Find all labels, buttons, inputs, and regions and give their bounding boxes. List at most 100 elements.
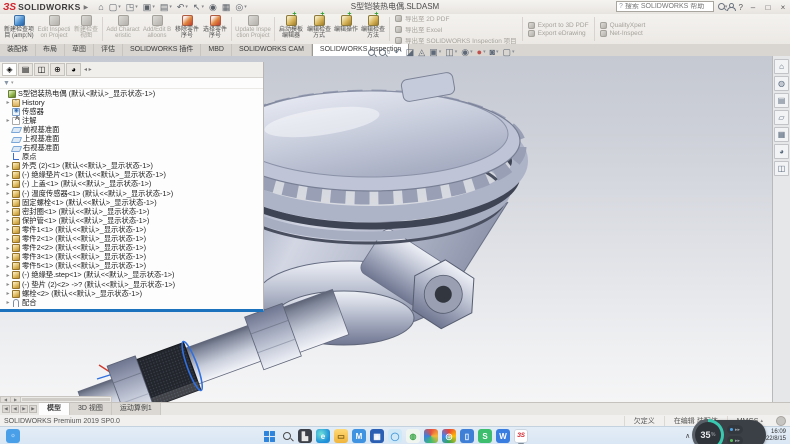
rebuild-traffic-light-icon[interactable]: ◉: [207, 1, 219, 13]
edit-appearance-button[interactable]: ●▾: [477, 46, 486, 59]
reader-app-icon[interactable]: ▯: [460, 429, 474, 443]
add-characteristic-button[interactable]: Add Characteristic: [105, 14, 141, 44]
status-gear-icon[interactable]: [776, 416, 786, 426]
export-excel-button[interactable]: 导出至 Excel: [395, 24, 517, 34]
widgets-weather-icon[interactable]: ☼: [6, 429, 20, 443]
home-tab-icon[interactable]: ⌂: [774, 59, 789, 74]
scrollbar-thumb[interactable]: [22, 398, 110, 401]
tree-item[interactable]: ▸外壳 (2)<1> (默认<<默认>_显示状态-1>): [0, 162, 263, 171]
export-edrawing-button[interactable]: Export eDrawing: [528, 30, 589, 37]
select-balloon-button[interactable]: 选择零件序号: [201, 14, 229, 44]
expand-arrow-icon[interactable]: ▸: [4, 217, 12, 224]
doc-tab-模型[interactable]: 模型: [39, 403, 70, 415]
view-orientation-button[interactable]: ▣▾: [429, 46, 441, 59]
expand-arrow-icon[interactable]: ▸: [4, 199, 12, 206]
edit-inspection-method-button[interactable]: 编辑检查方式: [305, 14, 333, 44]
store-app-icon[interactable]: ▦: [370, 429, 384, 443]
tab-scroll-right-icon[interactable]: ▶: [29, 405, 37, 413]
chrome-browser-icon[interactable]: ◎: [442, 429, 456, 443]
view-settings-button[interactable]: ▢▾: [503, 46, 515, 59]
expand-arrow-icon[interactable]: ▸: [4, 181, 12, 188]
tree-item[interactable]: ▸注解: [0, 116, 263, 125]
close-button[interactable]: ×: [778, 3, 788, 12]
hide-show-items-button[interactable]: ◉▾: [461, 46, 472, 59]
search-box[interactable]: ? ▾: [616, 1, 714, 12]
update-inspection-project-button[interactable]: Update Inspection Project: [234, 14, 272, 44]
expand-arrow-icon[interactable]: ▸: [4, 299, 12, 306]
status-field-欠定义[interactable]: 欠定义: [624, 416, 664, 427]
edit-inspection-project-button[interactable]: Edit Inspection Project: [36, 14, 72, 44]
doc-tab-运动算例1[interactable]: 运动算例1: [112, 403, 161, 415]
tab-solidworks-cam[interactable]: SOLIDWORKS CAM: [232, 44, 312, 56]
apply-scene-button[interactable]: ◙▾: [490, 46, 499, 59]
custom-properties-icon[interactable]: ◫: [774, 161, 789, 176]
expand-arrow-icon[interactable]: ▸: [4, 245, 12, 252]
edge-browser-icon[interactable]: e: [316, 429, 330, 443]
export-2d-pdf-button[interactable]: 导出至 2D PDF: [395, 13, 517, 23]
tab-草图[interactable]: 草图: [65, 44, 94, 56]
minimize-button[interactable]: –: [748, 3, 758, 12]
green-app-icon[interactable]: ◍: [406, 429, 420, 443]
undo-icon[interactable]: ↶▾: [175, 1, 190, 13]
save-icon[interactable]: ▣▾: [141, 1, 157, 13]
tree-item[interactable]: S型铠装热电偶 (默认<默认>_显示状态-1>): [0, 89, 263, 98]
notepad-app-icon[interactable]: ▙: [298, 429, 312, 443]
expand-arrow-icon[interactable]: ▸: [4, 254, 12, 261]
wps-doc-app-icon[interactable]: W: [496, 429, 510, 443]
zoom-to-fit-button[interactable]: [368, 49, 375, 56]
tab-评估[interactable]: 评估: [94, 44, 123, 56]
propertymanager-tab[interactable]: ▤: [18, 63, 33, 76]
restore-button[interactable]: □: [763, 3, 773, 12]
design-library-icon[interactable]: ▤: [774, 93, 789, 108]
login-user-icon[interactable]: [727, 3, 734, 11]
tab-solidworks-插件[interactable]: SOLIDWORKS 插件: [123, 44, 201, 56]
expand-arrow-icon[interactable]: ▸: [4, 172, 12, 179]
filter-caret-icon[interactable]: ▾: [11, 80, 14, 86]
tree-item[interactable]: 上视基准面: [0, 134, 263, 143]
tree-item[interactable]: ▸(-) 垫片 (2)<2> ->? (默认<<默认>_显示状态-1>): [0, 280, 263, 289]
search-input[interactable]: [625, 3, 716, 10]
battery-device-1-row[interactable]: ▸▸: [727, 425, 743, 434]
mail-app-icon[interactable]: M: [352, 429, 366, 443]
display-style-button[interactable]: ◫▾: [445, 46, 457, 59]
filter-funnel-icon[interactable]: ▼: [3, 80, 10, 87]
appearances-scenes-icon[interactable]: ◕: [774, 144, 789, 159]
edit-operation-button[interactable]: 编辑操作: [333, 14, 359, 44]
home-icon[interactable]: ⌂: [96, 1, 105, 13]
tray-chevron-icon[interactable]: ∧: [685, 432, 690, 440]
export-3d-pdf-button[interactable]: Export to 3D PDF: [528, 22, 589, 29]
launch-template-editor-button[interactable]: 启动模板编辑器: [277, 14, 305, 44]
tree-item[interactable]: ▸History: [0, 98, 263, 107]
search-button[interactable]: [280, 429, 294, 443]
new-file-icon[interactable]: ▢▾: [107, 1, 123, 13]
open-file-icon[interactable]: ◳▾: [124, 1, 140, 13]
featuremanager-design-tree-tab[interactable]: ◈: [2, 63, 17, 76]
previous-view-button[interactable]: ↶: [394, 46, 402, 59]
solidworks-app-icon[interactable]: ЗS: [514, 429, 528, 443]
net-inspect-button[interactable]: Net-Inspect: [600, 30, 646, 37]
start-button[interactable]: [262, 429, 276, 443]
tree-item[interactable]: 原点: [0, 153, 263, 162]
tab-scroll-right-icon[interactable]: ▶: [20, 405, 28, 413]
expand-arrow-icon[interactable]: ▸: [4, 190, 12, 197]
panel-tab-overflow-arrows[interactable]: ◂ ▸: [84, 66, 92, 73]
file-explorer-icon[interactable]: ▭: [334, 429, 348, 443]
tree-item[interactable]: ▸零件3<1> (默认<<默认>_显示状态-1>): [0, 253, 263, 262]
battery-device-2-row[interactable]: ▸▸: [727, 436, 743, 444]
weather-app-icon[interactable]: ◯: [388, 429, 402, 443]
tab-装配体[interactable]: 装配体: [0, 44, 36, 56]
color-wheel-app-icon[interactable]: [424, 429, 438, 443]
expand-arrow-icon[interactable]: ▸: [4, 281, 12, 288]
expand-arrow-icon[interactable]: ▸: [4, 272, 12, 279]
tree-item[interactable]: 前视基准面: [0, 125, 263, 134]
tree-item[interactable]: ▸保护管<1> (默认<<默认>_显示状态-1>): [0, 216, 263, 225]
view-palette-icon[interactable]: ▦: [774, 127, 789, 142]
tab-布局[interactable]: 布局: [36, 44, 65, 56]
help-button[interactable]: ?: [739, 3, 743, 12]
expand-arrow-icon[interactable]: ▸: [4, 263, 12, 270]
zoom-to-area-button[interactable]: ▫: [379, 46, 390, 59]
new-inspection-view-button[interactable]: 新建检查视图: [72, 14, 100, 44]
dimxpertmanager-tab[interactable]: ⊕: [50, 63, 65, 76]
tree-item[interactable]: ▸零件2<1> (默认<<默认>_显示状态-1>): [0, 235, 263, 244]
tree-item[interactable]: ▸零件1<1> (默认<<默认>_显示状态-1>): [0, 225, 263, 234]
